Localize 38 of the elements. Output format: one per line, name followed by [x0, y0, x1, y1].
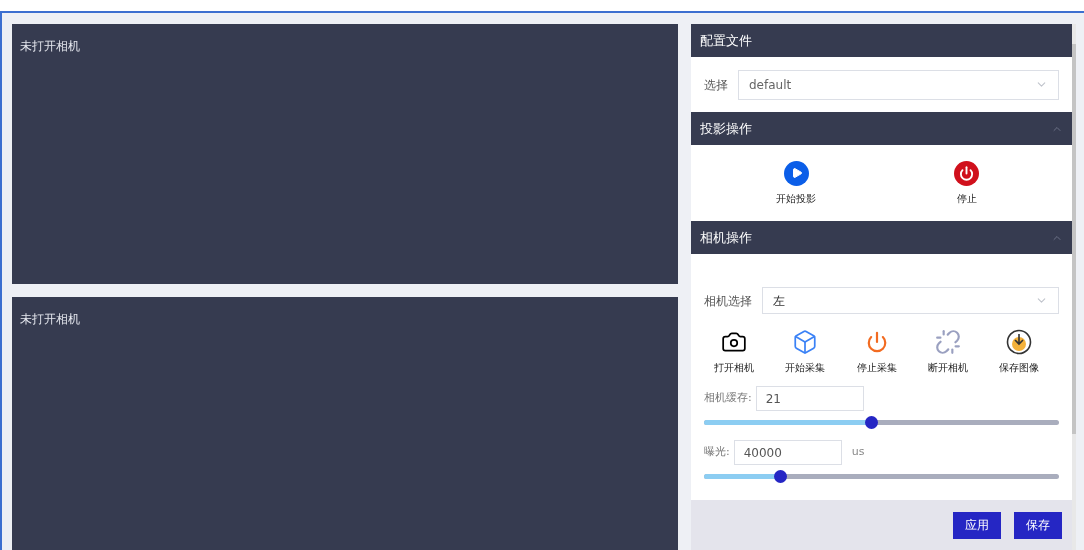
profile-select[interactable]: default	[738, 69, 1059, 100]
select-label: 选择	[704, 76, 728, 94]
camera-action-button[interactable]: 开始采集	[775, 328, 836, 375]
param-input[interactable]: 40000	[733, 440, 842, 465]
camera-status: 未打开相机	[20, 39, 80, 53]
slider-thumb[interactable]	[864, 415, 878, 429]
unlink-icon	[934, 329, 961, 355]
camera-action-button[interactable]: 断开相机	[917, 328, 978, 375]
play-icon	[783, 160, 809, 186]
camera-action-button[interactable]: 保存图像	[989, 328, 1049, 375]
footer-button[interactable]: 保存	[1014, 511, 1062, 539]
section-title: 配置文件	[700, 31, 752, 50]
param-input[interactable]: 21	[755, 386, 864, 411]
section-header[interactable]: 配置文件	[691, 24, 1072, 57]
projection-action-button[interactable]: 停止	[906, 160, 1027, 206]
section-title: 投影操作	[700, 119, 752, 138]
select-label: 相机选择	[704, 292, 752, 310]
camera-select[interactable]: 左	[762, 287, 1059, 314]
download-circle-icon	[1006, 329, 1032, 355]
param-label: 曝光:	[704, 444, 730, 461]
slider[interactable]	[704, 415, 1059, 429]
camera-icon	[721, 329, 747, 355]
footer-button[interactable]: 应用	[953, 511, 1001, 539]
projection-action-button[interactable]: 开始投影	[736, 160, 857, 206]
scrollbar[interactable]	[1072, 24, 1076, 550]
camera-action-button[interactable]: 停止采集	[846, 328, 907, 375]
section-title: 相机操作	[700, 228, 752, 247]
param-label: 相机缓存:	[704, 390, 752, 407]
camera-action-button[interactable]: 打开相机	[704, 328, 764, 375]
box-icon	[792, 329, 819, 355]
section-header[interactable]: 投影操作	[691, 112, 1072, 145]
slider[interactable]	[704, 469, 1059, 483]
power-icon	[865, 331, 888, 353]
section-header[interactable]: 相机操作	[691, 221, 1072, 254]
camera-status: 未打开相机	[20, 312, 80, 326]
power-icon	[954, 160, 980, 186]
unit-label: us	[851, 444, 865, 461]
slider-thumb[interactable]	[773, 469, 787, 483]
